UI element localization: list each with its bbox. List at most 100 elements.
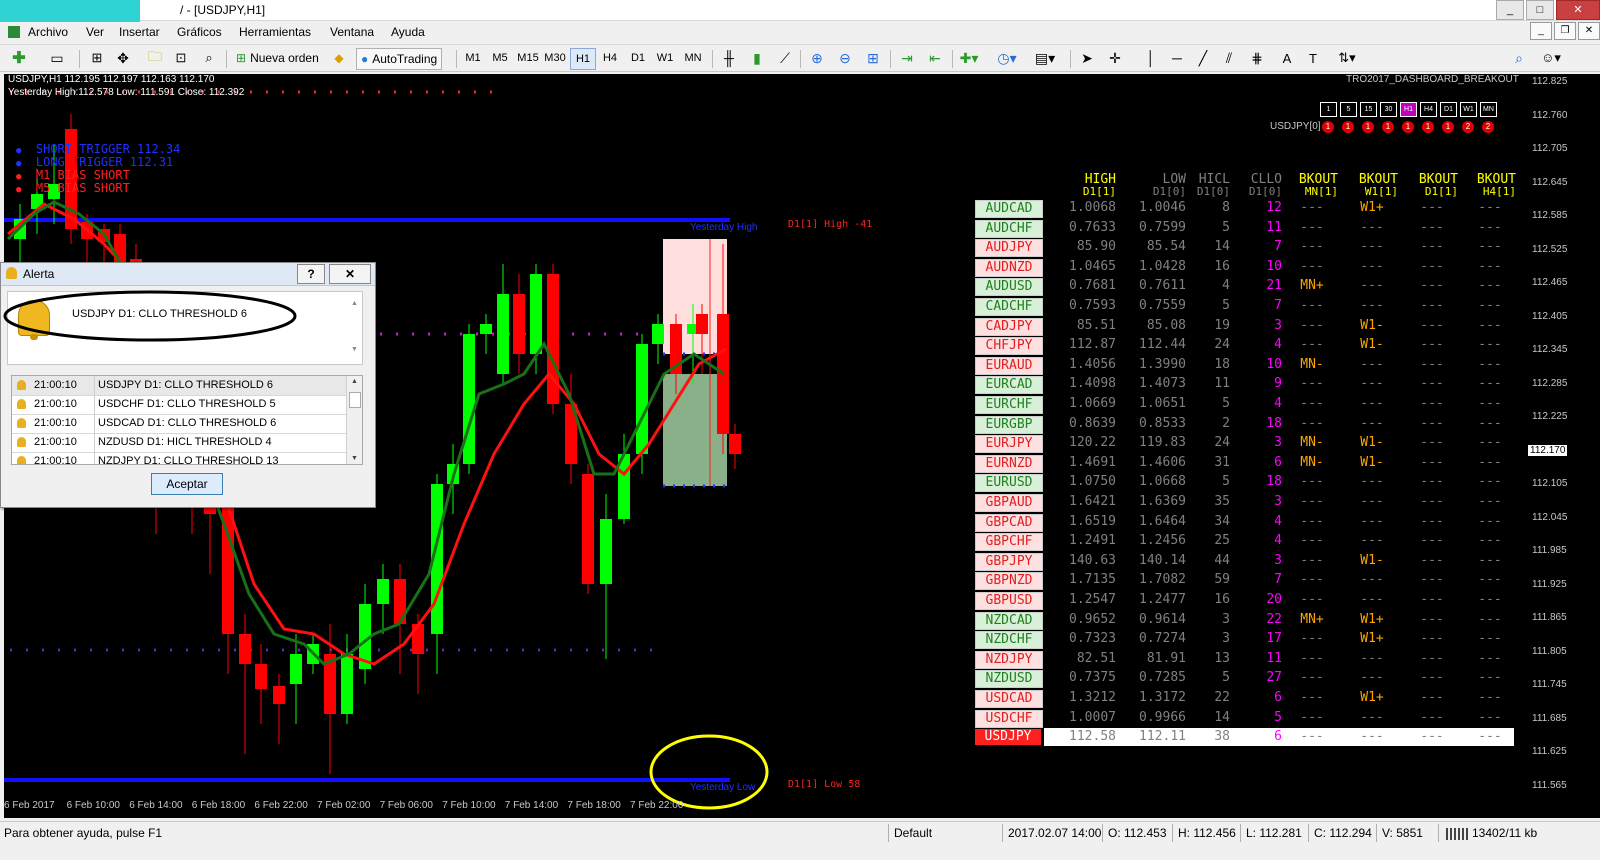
message-scrollbar[interactable]: ▲ ▼ <box>348 292 362 362</box>
dash-cell-audnzd-0: 1.0465 <box>1069 258 1116 274</box>
dash-cell-nzdchf-6: --- <box>1420 631 1444 647</box>
metaeditor-icon[interactable]: ◆ <box>328 48 350 68</box>
status-bar: Para obtener ayuda, pulse F1 Default 201… <box>0 821 1600 846</box>
menu-ver[interactable]: Ver <box>86 25 104 39</box>
tf-mn-button[interactable]: MN <box>680 48 706 68</box>
text-label-icon[interactable]: T <box>1302 48 1324 68</box>
mdi-restore-button[interactable]: ❐ <box>1554 22 1576 40</box>
trendline-icon[interactable]: ╱ <box>1192 48 1214 68</box>
dash-cell-chfjpy-5: W1- <box>1360 337 1384 353</box>
tf-m15-button[interactable]: M15 <box>515 48 541 68</box>
alert-help-button[interactable]: ? <box>297 264 325 284</box>
aceptar-button[interactable]: Aceptar <box>151 473 223 495</box>
alert-list-time: 21:00:10 <box>34 398 77 410</box>
indicators-icon[interactable]: ✚▾ <box>958 48 980 68</box>
dash-cell-euraud-2: 18 <box>1214 356 1230 372</box>
autotrading-button[interactable]: ● AutoTrading <box>356 48 443 70</box>
folder-icon[interactable]: 🗀 <box>144 48 166 68</box>
alert-list-scrollbar[interactable]: ▲ ▼ <box>346 376 362 464</box>
crosshair-icon[interactable]: ✛ <box>1104 48 1126 68</box>
status-low: L: 112.281 <box>1246 826 1302 840</box>
price-label-2: 112.705 <box>1532 143 1568 154</box>
horizontal-line-icon[interactable]: ─ <box>1166 48 1188 68</box>
text-icon[interactable]: A <box>1276 48 1298 68</box>
dash-cell-eurnzd-2: 31 <box>1214 454 1230 470</box>
tf-m1-button[interactable]: M1 <box>460 48 486 68</box>
channel-icon[interactable]: ⫽ <box>1218 48 1240 68</box>
status-help: Para obtener ayuda, pulse F1 <box>4 826 163 840</box>
tf-m5-button[interactable]: M5 <box>487 48 513 68</box>
tf-h4-button[interactable]: H4 <box>597 48 623 68</box>
close-button[interactable]: ✕ <box>1556 0 1600 20</box>
dash-cell-eurchf-3: 4 <box>1274 396 1282 411</box>
app-icon[interactable] <box>8 26 20 38</box>
strategy-tester-icon[interactable]: ⌕ <box>198 48 220 68</box>
dash-cell-eurjpy-5: W1- <box>1360 435 1384 451</box>
minimize-button[interactable]: _ <box>1496 0 1524 20</box>
dash-cell-eurnzd-6: --- <box>1420 454 1444 470</box>
dash-cell-gbpaud-0: 1.6421 <box>1069 494 1116 509</box>
new-chart-icon[interactable]: ✚ <box>8 48 30 68</box>
mdi-close-button[interactable]: ✕ <box>1578 22 1600 40</box>
alert-list-row[interactable]: 21:00:10 USDCHF D1: CLLO THRESHOLD 5 <box>12 395 346 415</box>
fibonacci-icon[interactable]: ⋕ <box>1246 48 1268 68</box>
templates-icon[interactable]: ▤▾ <box>1034 48 1056 68</box>
dash-cell-eurjpy-3: 3 <box>1274 435 1282 451</box>
chart-shift-icon[interactable]: ⇤ <box>924 48 946 68</box>
candlestick-icon[interactable]: ▮ <box>746 48 768 68</box>
chart-header: USDJPY,H1 112.195 112.197 112.163 112.17… <box>8 74 215 85</box>
dash-cell-audchf-2: 5 <box>1222 219 1230 235</box>
menu-ayuda[interactable]: Ayuda <box>391 25 425 39</box>
dash-cell-audjpy-4: --- <box>1300 239 1324 255</box>
dash-cell-audnzd-4: --- <box>1300 258 1324 274</box>
zoom-out-icon[interactable]: ⊖ <box>834 48 856 68</box>
alert-list-row[interactable]: 21:00:10 NZDJPY D1: CLLO THRESHOLD 13 <box>12 452 346 464</box>
vertical-line-icon[interactable]: │ <box>1140 48 1162 68</box>
periods-icon[interactable]: ◷▾ <box>996 48 1018 68</box>
dash-cell-audjpy-5: --- <box>1360 239 1384 255</box>
dash-cell-gbpjpy-4: --- <box>1300 552 1324 568</box>
connection-icon <box>1446 828 1468 840</box>
legend-m1-bias: ● M1 BIAS SHORT <box>16 168 130 182</box>
dash-cell-nzdjpy-5: --- <box>1360 650 1384 666</box>
autoscroll-icon[interactable]: ⇥ <box>896 48 918 68</box>
mdi-minimize-button[interactable]: _ <box>1530 22 1552 40</box>
menu-herramientas[interactable]: Herramientas <box>239 25 311 39</box>
tf-h1-button[interactable]: H1 <box>570 48 596 70</box>
alert-list-row[interactable]: 21:00:10 NZDUSD D1: HICL THRESHOLD 4 <box>12 433 346 453</box>
title-bar: / - [USDJPY,H1] _ □ ✕ <box>0 0 1600 22</box>
alert-history-list[interactable]: 21:00:10 USDJPY D1: CLLO THRESHOLD 6 21:00… <box>11 375 363 465</box>
menu-insertar[interactable]: Insertar <box>119 25 160 39</box>
cursor-icon[interactable]: ➤ <box>1076 48 1098 68</box>
dash-cell-cadjpy-7: --- <box>1478 317 1502 333</box>
tf-w1-button[interactable]: W1 <box>652 48 678 68</box>
profiles-icon[interactable]: ▭ <box>46 48 68 68</box>
line-chart-icon[interactable]: ⟋ <box>774 48 796 68</box>
dash-cell-audchf-6: --- <box>1420 219 1444 235</box>
menu-ventana[interactable]: Ventana <box>330 25 374 39</box>
dash-cell-nzdusd-2: 5 <box>1222 670 1230 686</box>
navigator-icon[interactable]: ✥ <box>112 48 134 68</box>
tf-d1-button[interactable]: D1 <box>625 48 651 68</box>
terminal-icon[interactable]: ⊡ <box>170 48 192 68</box>
bell-icon <box>6 267 17 279</box>
profile-icon[interactable]: ☺▾ <box>1540 48 1562 68</box>
dash-cell-eurjpy-4: MN- <box>1300 435 1324 451</box>
dash-cell-euraud-1: 1.3990 <box>1139 356 1186 372</box>
search-icon[interactable]: ⌕ <box>1508 48 1530 68</box>
menu-graficos[interactable]: Gráficos <box>177 25 222 39</box>
dash-cell-eurusd-3: 18 <box>1266 474 1282 490</box>
zoom-in-icon[interactable]: ⊕ <box>806 48 828 68</box>
bar-chart-icon[interactable]: ╫ <box>718 48 740 68</box>
market-watch-icon[interactable]: ⊞ <box>86 48 108 68</box>
tile-windows-icon[interactable]: ⊞ <box>862 48 884 68</box>
alert-list-row[interactable]: 21:00:10 USDCAD D1: CLLO THRESHOLD 6 <box>12 414 346 434</box>
alert-close-button[interactable]: ✕ <box>329 264 371 284</box>
dash-cell-eurjpy-6: --- <box>1420 435 1444 451</box>
new-order-button[interactable]: ⊞ Nueva orden <box>232 48 323 68</box>
arrows-icon[interactable]: ⇅▾ <box>1336 48 1358 68</box>
tf-m30-button[interactable]: M30 <box>542 48 568 68</box>
alert-list-row[interactable]: 21:00:10 USDJPY D1: CLLO THRESHOLD 6 <box>12 376 346 396</box>
maximize-button[interactable]: □ <box>1526 0 1554 20</box>
menu-archivo[interactable]: Archivo <box>28 25 68 39</box>
